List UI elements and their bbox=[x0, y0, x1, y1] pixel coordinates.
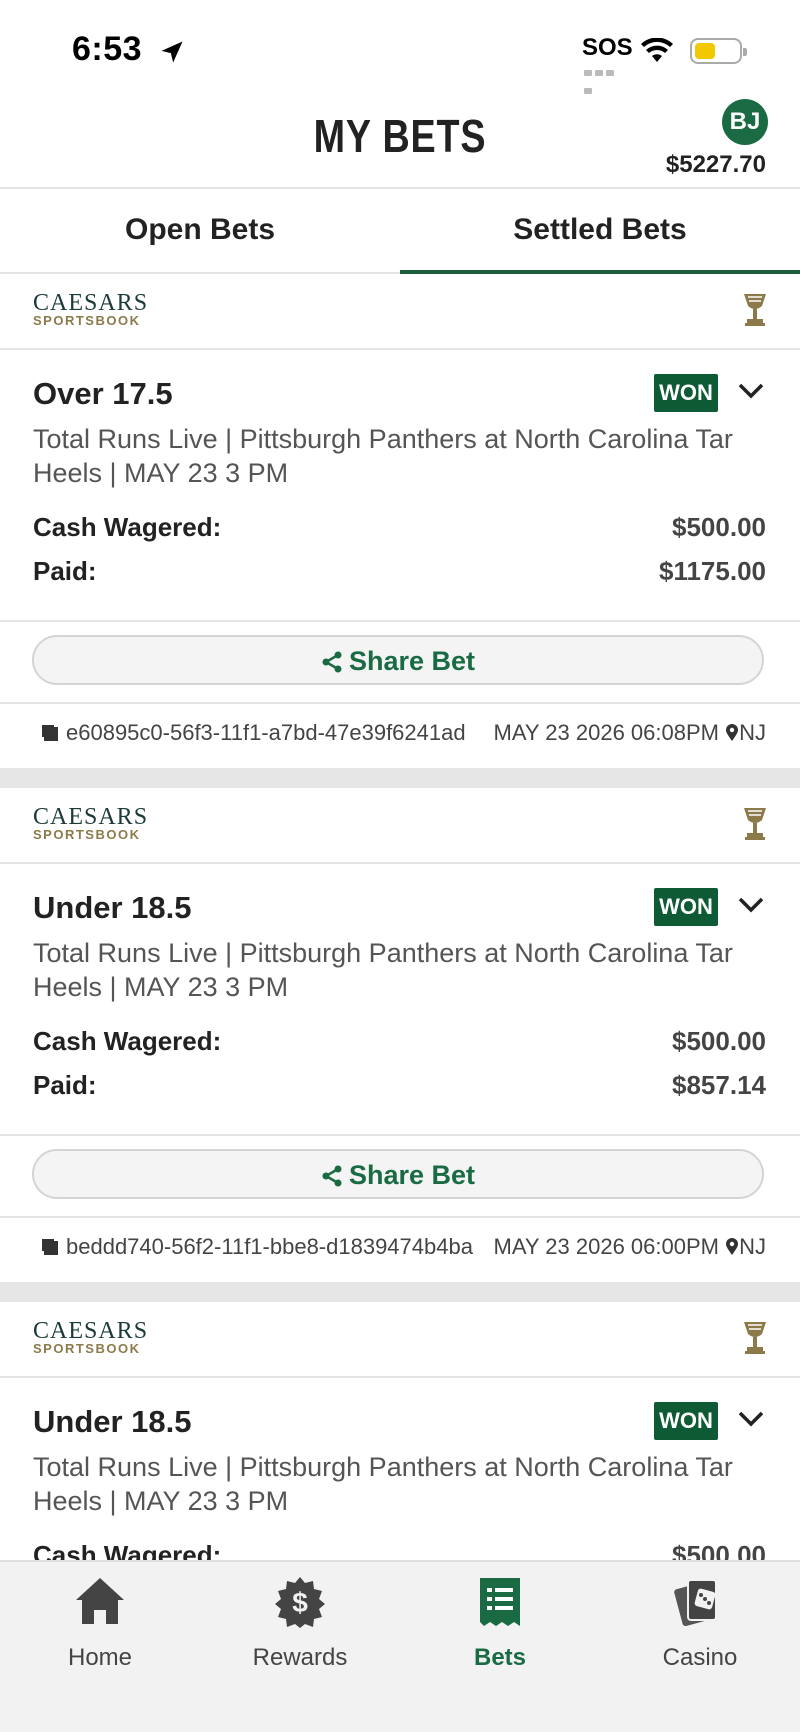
copy-icon bbox=[44, 1241, 58, 1255]
bet-selection: Over 17.5 bbox=[33, 376, 173, 411]
bet-card: CAESARS SPORTSBOOK Under 18.5 WON Total … bbox=[0, 788, 800, 1278]
signal-dots-icon bbox=[584, 63, 626, 94]
paid-row: Paid: $1175.00 bbox=[33, 556, 766, 587]
bet-description: Total Runs Live | Pittsburgh Panthers at… bbox=[33, 938, 733, 1002]
share-section: Share Bet bbox=[0, 622, 800, 704]
bet-card-header: CAESARS SPORTSBOOK bbox=[0, 788, 800, 864]
card-separator bbox=[0, 1282, 800, 1302]
bet-meta: beddd740-56f2-11f1-bbe8-d1839474b4ba MAY… bbox=[0, 1218, 800, 1278]
bet-id[interactable]: e60895c0-56f3-11f1-a7bd-47e39f6241ad bbox=[44, 720, 466, 746]
bottom-nav: Home $ Rewards Bets Casino bbox=[0, 1560, 800, 1732]
paid-row: Paid: $857.14 bbox=[33, 1070, 766, 1101]
bet-details[interactable]: Under 18.5 WON Total Runs Live | Pittsbu… bbox=[0, 864, 800, 1136]
status-bar: 6:53 SOS bbox=[0, 0, 800, 100]
status-badge: WON bbox=[654, 1402, 718, 1440]
bet-selection: Under 18.5 bbox=[33, 1404, 192, 1439]
paid-label: Paid: bbox=[33, 556, 97, 586]
bet-description: Total Runs Live | Pittsburgh Panthers at… bbox=[33, 424, 733, 488]
wagered-row: Cash Wagered: $500.00 bbox=[33, 1026, 766, 1057]
caesars-sportsbook-logo: CAESARS SPORTSBOOK bbox=[33, 1318, 149, 1356]
share-icon bbox=[322, 1165, 342, 1187]
share-bet-button[interactable]: Share Bet bbox=[32, 1149, 764, 1199]
chevron-down-icon[interactable] bbox=[738, 896, 764, 914]
wagered-amount: $500.00 bbox=[672, 1026, 766, 1056]
bet-datetime: MAY 23 2026 06:08PM NJ bbox=[494, 720, 766, 746]
status-time: 6:53 bbox=[72, 30, 143, 68]
home-icon bbox=[76, 1578, 124, 1624]
trophy-icon bbox=[744, 1322, 766, 1354]
status-badge: WON bbox=[654, 888, 718, 926]
bet-selection: Under 18.5 bbox=[33, 890, 192, 925]
bets-tabs: Open Bets Settled Bets bbox=[0, 189, 800, 274]
tab-open-bets[interactable]: Open Bets bbox=[0, 189, 400, 272]
tab-settled-bets[interactable]: Settled Bets bbox=[400, 189, 800, 274]
sos-indicator: SOS bbox=[582, 34, 633, 61]
bet-meta: e60895c0-56f3-11f1-a7bd-47e39f6241ad MAY… bbox=[0, 704, 800, 764]
caesars-sportsbook-logo: CAESARS SPORTSBOOK bbox=[33, 290, 149, 328]
bet-id[interactable]: beddd740-56f2-11f1-bbe8-d1839474b4ba bbox=[44, 1234, 473, 1260]
bet-card-header: CAESARS SPORTSBOOK bbox=[0, 274, 800, 350]
bets-icon bbox=[480, 1578, 520, 1626]
wagered-label: Cash Wagered: bbox=[33, 512, 222, 542]
wifi-icon bbox=[641, 38, 673, 62]
paid-amount: $857.14 bbox=[672, 1070, 766, 1100]
chevron-down-icon[interactable] bbox=[738, 1410, 764, 1428]
caesars-sportsbook-logo: CAESARS SPORTSBOOK bbox=[33, 804, 149, 842]
casino-icon bbox=[674, 1579, 717, 1627]
page-header: MY BETS BJ $5227.70 bbox=[0, 95, 800, 189]
bet-card: CAESARS SPORTSBOOK Over 17.5 WON Total R… bbox=[0, 274, 800, 764]
paid-amount: $1175.00 bbox=[658, 556, 766, 586]
bet-description: Total Runs Live | Pittsburgh Panthers at… bbox=[33, 1452, 733, 1516]
paid-label: Paid: bbox=[33, 1070, 97, 1100]
bet-id-text: beddd740-56f2-11f1-bbe8-d1839474b4ba bbox=[66, 1234, 473, 1259]
nav-casino-label: Casino bbox=[662, 1644, 738, 1671]
share-section: Share Bet bbox=[0, 1136, 800, 1218]
chevron-down-icon[interactable] bbox=[738, 382, 764, 400]
card-separator bbox=[0, 768, 800, 788]
bet-card-header: CAESARS SPORTSBOOK bbox=[0, 1302, 800, 1378]
state-text: NJ bbox=[739, 720, 766, 745]
wagered-row: Cash Wagered: $500.00 bbox=[33, 512, 766, 543]
trophy-icon bbox=[744, 808, 766, 840]
rewards-icon: $ bbox=[275, 1577, 325, 1628]
bet-id-text: e60895c0-56f3-11f1-a7bd-47e39f6241ad bbox=[66, 720, 466, 745]
location-arrow-icon bbox=[161, 41, 183, 63]
copy-icon bbox=[44, 727, 58, 741]
svg-text:$: $ bbox=[292, 1587, 308, 1618]
bet-datetime: MAY 23 2026 06:00PM NJ bbox=[494, 1234, 766, 1260]
avatar[interactable]: BJ bbox=[722, 99, 768, 145]
location-pin-icon bbox=[726, 1238, 739, 1255]
share-bet-label: Share Bet bbox=[348, 1160, 476, 1190]
status-badge: WON bbox=[654, 374, 718, 412]
battery-icon bbox=[690, 38, 747, 64]
datetime-text: MAY 23 2026 06:08PM bbox=[493, 720, 719, 745]
bet-details[interactable]: Over 17.5 WON Total Runs Live | Pittsbur… bbox=[0, 350, 800, 622]
share-bet-label: Share Bet bbox=[348, 646, 476, 676]
wagered-amount: $500.00 bbox=[672, 512, 766, 542]
share-bet-button[interactable]: Share Bet bbox=[32, 635, 764, 685]
location-pin-icon bbox=[726, 724, 739, 741]
account-balance[interactable]: $5227.70 bbox=[666, 151, 766, 179]
page-title: MY BETS bbox=[313, 110, 487, 162]
nav-bets-label: Bets bbox=[473, 1644, 527, 1671]
state-text: NJ bbox=[739, 1234, 766, 1259]
nav-home-label: Home bbox=[67, 1644, 133, 1671]
trophy-icon bbox=[744, 294, 766, 326]
nav-rewards-label: Rewards bbox=[252, 1644, 348, 1671]
datetime-text: MAY 23 2026 06:00PM bbox=[493, 1234, 719, 1259]
wagered-label: Cash Wagered: bbox=[33, 1026, 222, 1056]
share-icon bbox=[322, 651, 342, 673]
